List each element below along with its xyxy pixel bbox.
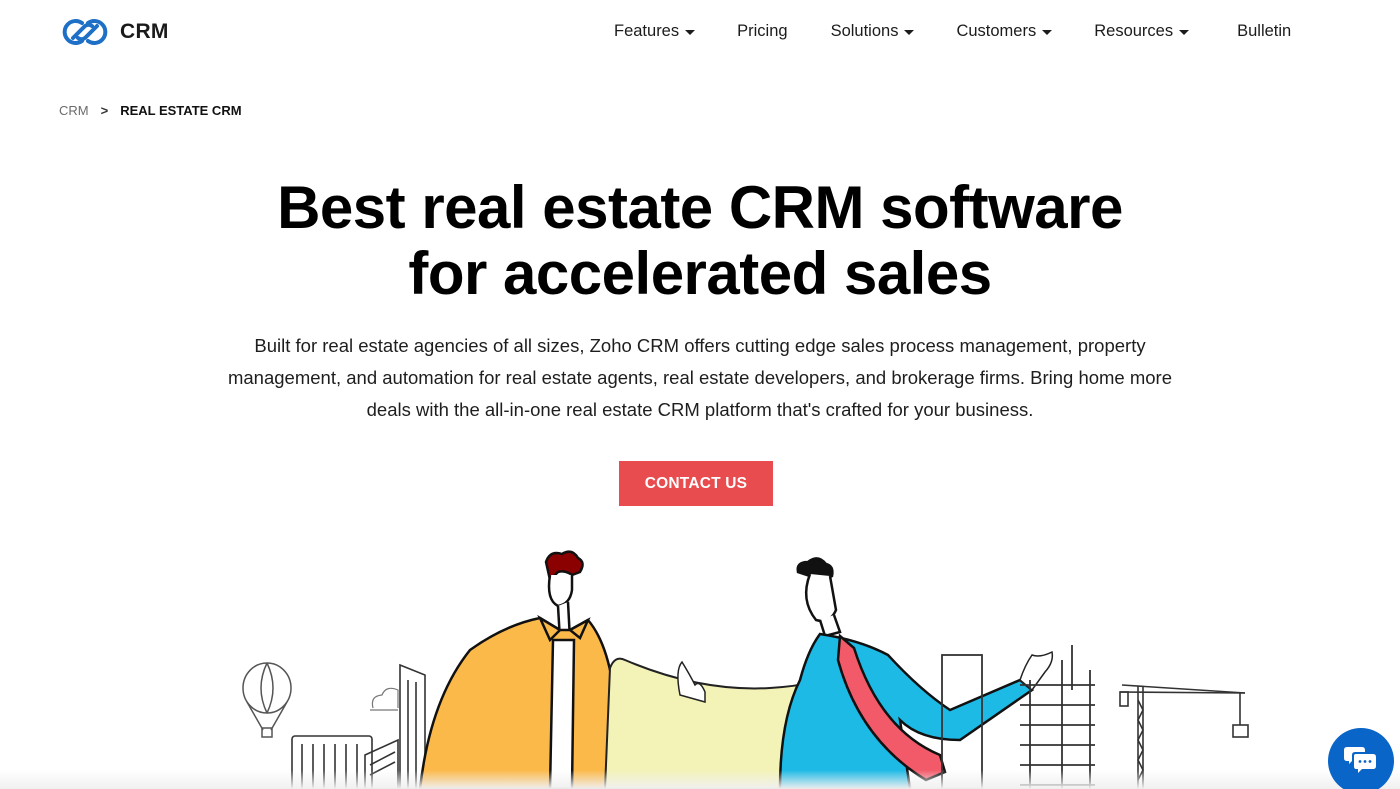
nav-resources-label: Resources (1094, 22, 1174, 40)
nav-solutions-label: Solutions (830, 22, 899, 40)
logo-text: CRM (120, 20, 169, 43)
man-with-tie (778, 557, 1035, 789)
nav-solutions[interactable]: Solutions (831, 22, 915, 41)
breadcrumb: CRM > REAL ESTATE CRM (59, 103, 242, 118)
caret-down-icon (1179, 30, 1190, 35)
caret-down-icon (1042, 30, 1053, 35)
contact-us-button[interactable]: CONTACT US (619, 461, 773, 506)
chat-button[interactable] (1328, 728, 1394, 789)
nav-pricing[interactable]: Pricing (737, 22, 787, 41)
breadcrumb-crm-link[interactable]: CRM (59, 103, 89, 118)
bottom-fade (0, 770, 1400, 789)
raised-hand-icon (677, 660, 706, 703)
site-header: CRM Features Pricing Solutions Customers… (0, 0, 1400, 66)
title-line-2: for accelerated sales (408, 240, 992, 307)
logo[interactable]: CRM (58, 14, 169, 50)
hero-illustration (242, 550, 1249, 789)
caret-down-icon (904, 30, 915, 35)
nav-customers[interactable]: Customers (956, 22, 1053, 41)
breadcrumb-separator: > (100, 103, 109, 118)
page-title: Best real estate CRM software for accele… (0, 175, 1400, 307)
nav-bulletin[interactable]: Bulletin (1237, 22, 1291, 41)
breadcrumb-current: REAL ESTATE CRM (120, 103, 242, 118)
nav-bulletin-label: Bulletin (1237, 22, 1292, 40)
nav-features-label: Features (614, 22, 680, 40)
cloud-icon (370, 687, 399, 711)
nav-resources[interactable]: Resources (1094, 22, 1190, 41)
nav-features[interactable]: Features (614, 22, 696, 41)
main-nav: Features Pricing Solutions Customers Res… (614, 22, 1291, 41)
hot-air-balloon-icon (242, 662, 292, 738)
nav-pricing-label: Pricing (737, 22, 788, 40)
caret-down-icon (685, 30, 696, 35)
chat-bubbles-icon (1344, 747, 1376, 773)
zoho-logo-icon (62, 19, 108, 45)
title-line-1: Best real estate CRM software (277, 174, 1123, 241)
nav-customers-label: Customers (956, 22, 1037, 40)
hero-description: Built for real estate agencies of all si… (227, 335, 1173, 420)
man-with-jacket (418, 550, 622, 789)
